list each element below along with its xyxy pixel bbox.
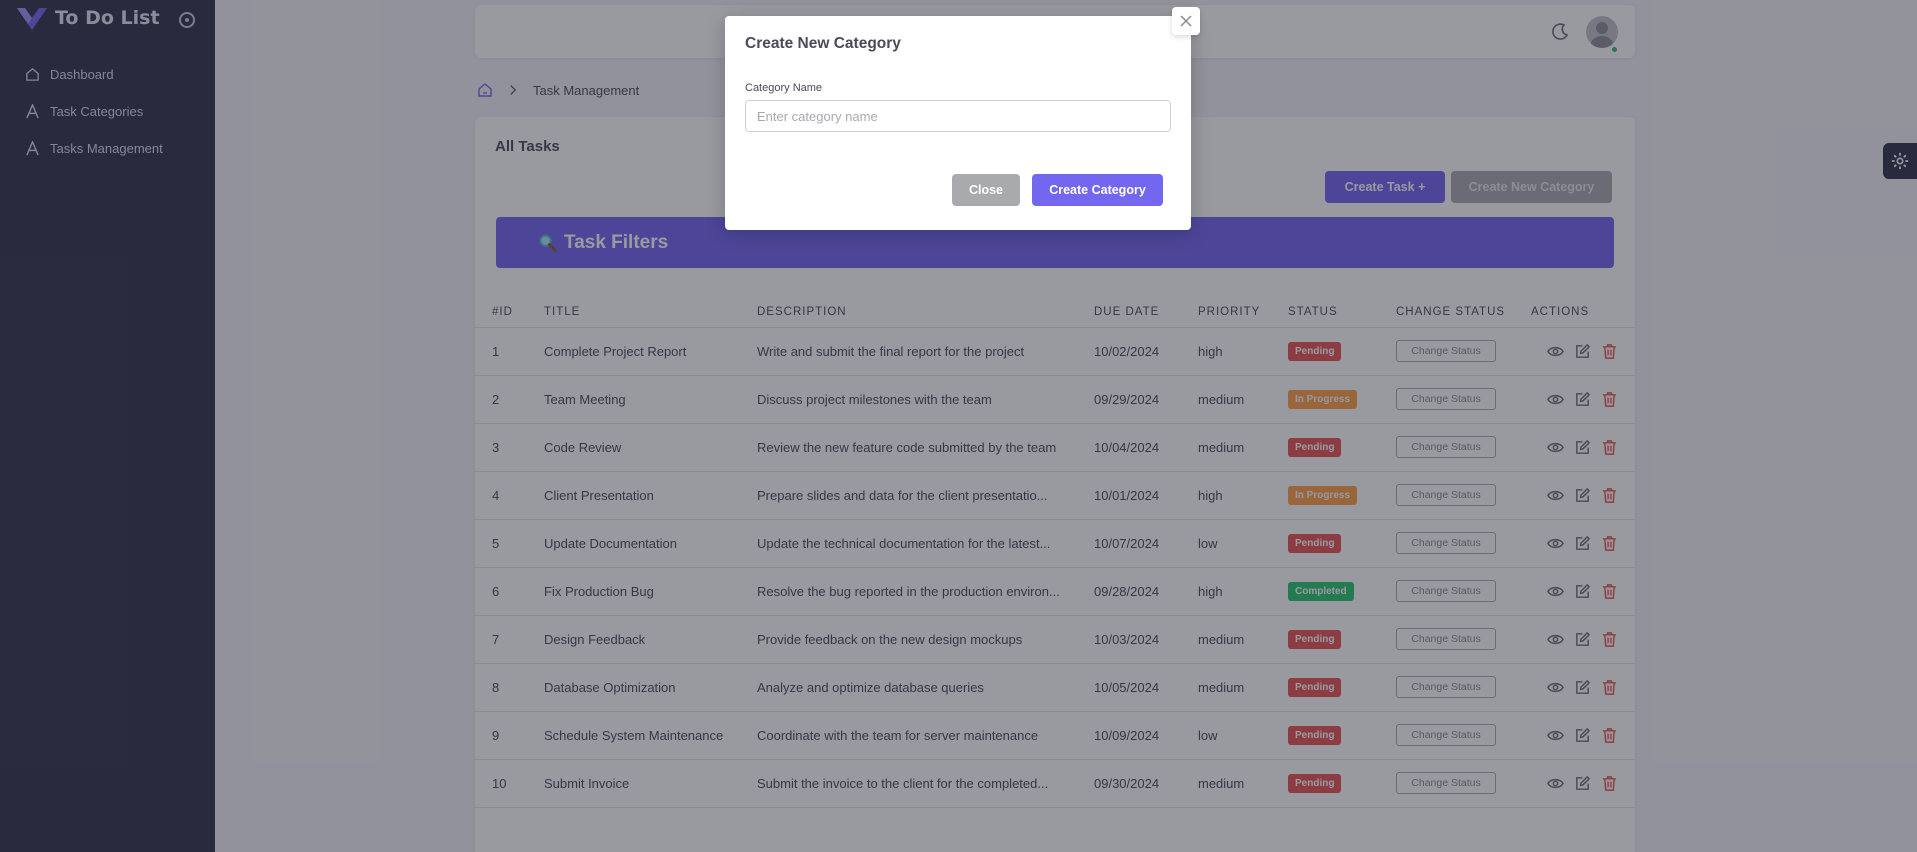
category-name-label: Category Name xyxy=(745,82,823,94)
create-category-button[interactable]: Create Category xyxy=(1032,174,1163,206)
close-icon xyxy=(1180,15,1192,27)
create-category-modal: Create New Category Category Name Close … xyxy=(725,7,1200,230)
modal-close-button[interactable] xyxy=(1172,7,1200,35)
modal-title: Create New Category xyxy=(745,35,901,52)
category-name-input[interactable] xyxy=(745,100,1171,132)
close-button[interactable]: Close xyxy=(952,174,1020,206)
